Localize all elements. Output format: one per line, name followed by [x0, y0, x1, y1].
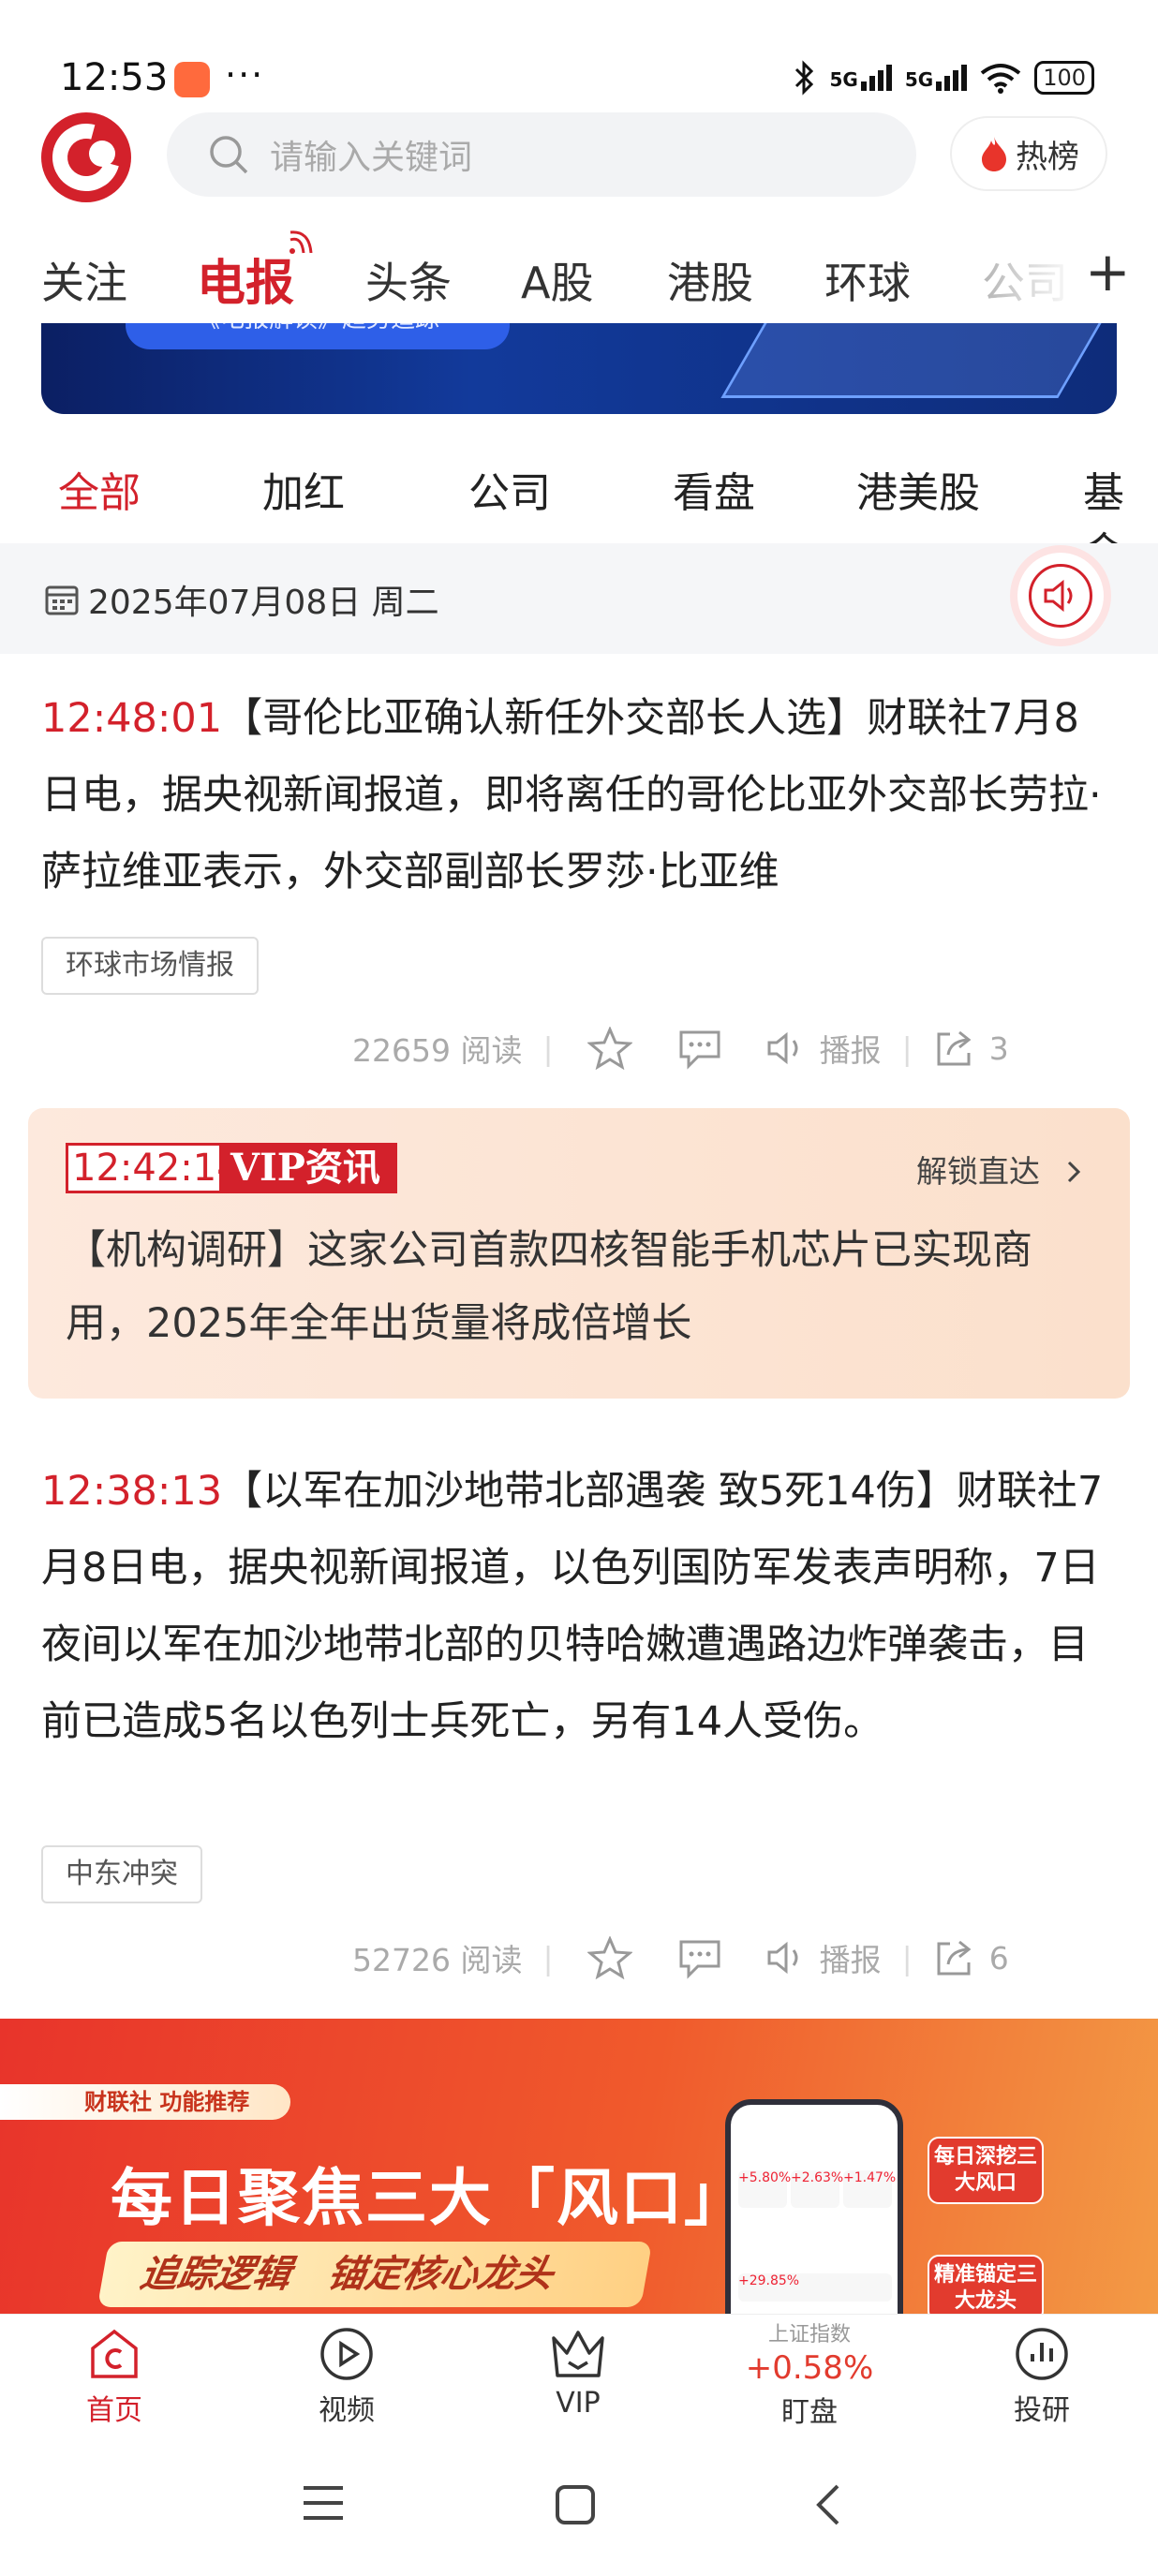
- hot-list-label: 热榜: [1016, 138, 1079, 176]
- nav-watch[interactable]: 上证指数 +0.58% 盯盘: [723, 2317, 896, 2430]
- speaker-icon: [1044, 579, 1073, 613]
- share-icon[interactable]: [933, 1029, 974, 1068]
- comment-icon[interactable]: [677, 1027, 722, 1070]
- search-icon: [210, 136, 248, 174]
- date-text: 2025年07月08日 周二: [88, 584, 439, 622]
- status-icons: 5G 5G 100: [793, 58, 1094, 97]
- ad-badge-2: 精准锚定三大龙头: [928, 2255, 1044, 2314]
- nav-watch-label: 盯盘: [781, 2396, 838, 2429]
- calendar-icon: [45, 585, 79, 615]
- tab-headlines[interactable]: 头条: [365, 249, 452, 311]
- feature-promo-ad[interactable]: 财联社 功能推荐 每日聚焦三大「风口」 追踪逻辑 锚定核心龙头 +5.80% +…: [0, 2019, 1158, 2314]
- status-time: 12:53: [60, 56, 169, 99]
- nav-vip[interactable]: VIP: [494, 2321, 662, 2420]
- article-1-meta: 22659 阅读 | 播报 | 3: [352, 1020, 1111, 1076]
- broadcast-icon[interactable]: [765, 1939, 809, 1976]
- add-channel-button[interactable]: +: [1085, 240, 1131, 303]
- signal-2-icon: 5G: [905, 65, 968, 91]
- filter-bar: [0, 431, 1158, 525]
- nav-home[interactable]: 首页: [30, 2321, 199, 2428]
- article-1-reads: 22659 阅读: [352, 1032, 523, 1069]
- star-icon[interactable]: [586, 1027, 632, 1070]
- signal-wave-icon: [290, 230, 313, 254]
- bar-chart-icon: [1016, 2328, 1068, 2380]
- article-1-time: 12:48:01: [41, 695, 223, 742]
- article-2[interactable]: 12:38:13【以军在加沙地带北部遇袭 致5死14伤】财联社7月8日电，据央视…: [41, 1453, 1119, 1760]
- star-icon[interactable]: [586, 1936, 632, 1979]
- ad-phone-mockup: +5.80% +2.63% +1.47% +29.85%: [725, 2099, 903, 2314]
- ad-headline: 每日聚焦三大「风口」: [111, 2162, 748, 2234]
- ad-subline: 追踪逻辑 锚定核心龙头: [96, 2242, 653, 2307]
- vip-unlock-link[interactable]: 解锁直达: [916, 1147, 1084, 1192]
- tab-follow[interactable]: 关注: [41, 249, 127, 311]
- battery-indicator: 100: [1034, 61, 1094, 95]
- share-icon[interactable]: [933, 1938, 974, 1977]
- home-icon: [91, 2329, 138, 2378]
- vip-text: 【机构调研】这家公司首款四核智能手机芯片已实现商用，2025年全年出货量将成倍增…: [66, 1227, 1032, 1347]
- nav-video-label: 视频: [319, 2394, 375, 2427]
- filter-company[interactable]: 公司: [468, 459, 551, 519]
- back-icon[interactable]: [811, 2482, 843, 2527]
- article-2-tag[interactable]: 中东冲突: [41, 1845, 202, 1903]
- chip-graphic: [720, 323, 1117, 398]
- filter-hk-us[interactable]: 港美股: [856, 459, 980, 519]
- search-bar[interactable]: 请输入关键词: [167, 112, 916, 197]
- nav-video[interactable]: 视频: [262, 2321, 431, 2428]
- comment-icon[interactable]: [677, 1936, 722, 1979]
- article-1-play[interactable]: 播报: [820, 1026, 882, 1071]
- filter-all[interactable]: 全部: [58, 459, 141, 519]
- app-logo-dot: [89, 141, 115, 167]
- tab-hk-stocks[interactable]: 港股: [667, 249, 753, 311]
- status-more-dots: ···: [225, 54, 265, 96]
- filter-highlight[interactable]: 加红: [262, 459, 345, 519]
- flame-icon: [982, 137, 1006, 171]
- bluetooth-icon: [794, 60, 813, 96]
- promo-banner[interactable]: 《电报解读》趋势追踪: [41, 323, 1117, 414]
- audio-playback-button[interactable]: [1017, 553, 1104, 639]
- ad-badge-1: 每日深挖三大风口: [928, 2137, 1044, 2204]
- app-screen: { "status": {"time": "12:53", "more": "·…: [0, 0, 1158, 2576]
- wifi-icon: [980, 64, 1021, 94]
- index-name: 上证指数: [767, 2323, 851, 2347]
- tabs-fade: [946, 234, 1077, 309]
- index-value: +0.58%: [745, 2349, 874, 2387]
- article-1[interactable]: 12:48:01【哥伦比亚确认新任外交部长人选】财联社7月8日电，据央视新闻报道…: [41, 680, 1119, 910]
- banner-pill: 《电报解读》趋势追踪: [126, 323, 510, 349]
- broadcast-icon[interactable]: [765, 1029, 809, 1067]
- nav-research[interactable]: 投研: [958, 2321, 1126, 2428]
- signal-1-icon: 5G: [830, 65, 892, 91]
- tab-global[interactable]: 环球: [824, 249, 911, 311]
- menu-icon[interactable]: [302, 2484, 345, 2522]
- chevron-right-icon: [1067, 1161, 1080, 1183]
- app-notification-icon: [174, 62, 210, 97]
- home-square-icon[interactable]: [555, 2484, 596, 2525]
- article-1-tag[interactable]: 环球市场情报: [41, 937, 259, 995]
- nav-research-label: 投研: [1014, 2394, 1070, 2427]
- vip-label: VIP资讯: [219, 1143, 397, 1193]
- article-2-shares: 6: [988, 1939, 1009, 1976]
- play-circle-icon: [320, 2328, 373, 2380]
- article-1-shares: 3: [988, 1029, 1009, 1067]
- date-line: 2025年07月08日 周二: [45, 575, 439, 624]
- tab-a-shares[interactable]: A股: [521, 249, 593, 311]
- search-input[interactable]: 请输入关键词: [270, 130, 472, 179]
- filter-market[interactable]: 看盘: [673, 459, 755, 519]
- hot-list-button[interactable]: 热榜: [950, 116, 1107, 191]
- crown-icon: [552, 2331, 604, 2377]
- nav-vip-label: VIP: [556, 2387, 601, 2420]
- article-2-play[interactable]: 播报: [820, 1935, 882, 1980]
- ad-kicker: 财联社 功能推荐: [0, 2084, 290, 2120]
- vip-unlock-text: 解锁直达: [916, 1153, 1040, 1190]
- article-2-reads: 52726 阅读: [352, 1942, 523, 1978]
- article-2-time: 12:38:13: [41, 1468, 223, 1515]
- article-2-meta: 52726 阅读 | 播报 | 6: [352, 1930, 1111, 1986]
- tab-telegraph[interactable]: 电报: [197, 244, 294, 314]
- nav-home-label: 首页: [86, 2394, 142, 2427]
